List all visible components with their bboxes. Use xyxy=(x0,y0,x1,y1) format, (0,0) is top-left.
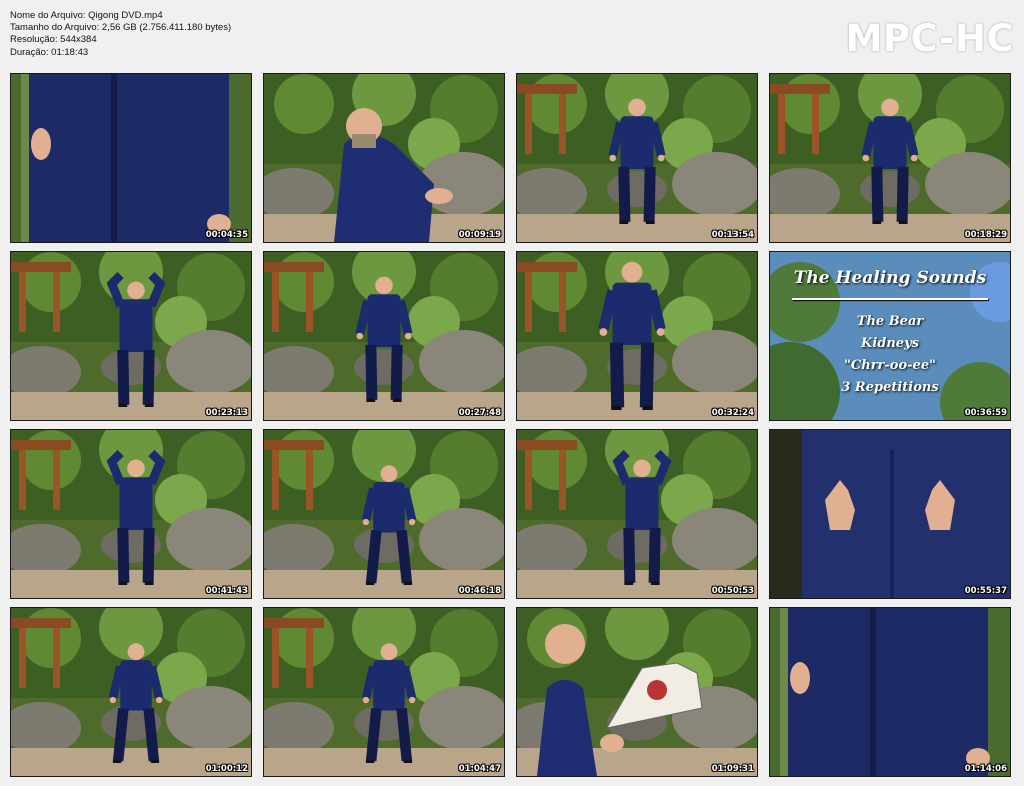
timestamp: 00:36:59 xyxy=(964,408,1007,418)
video-thumbnail: 00:55:37 xyxy=(769,429,1011,599)
frame-image xyxy=(770,608,1010,776)
frame-image xyxy=(770,74,1010,242)
file-resolution: Resolução: 544x384 xyxy=(10,34,97,46)
title-card-line: The Bear xyxy=(856,314,924,329)
frame-image xyxy=(11,74,251,242)
video-thumbnail: 00:50:53 xyxy=(516,429,758,599)
timestamp: 00:27:48 xyxy=(458,408,501,418)
timestamp: 00:18:29 xyxy=(964,230,1007,240)
video-thumbnail: 00:41:43 xyxy=(10,429,252,599)
video-thumbnail: 00:27:48 xyxy=(263,251,505,421)
timestamp: 00:46:18 xyxy=(458,586,501,596)
file-name: Nome do Arquivo: Qigong DVD.mp4 xyxy=(10,10,163,21)
title-card-rule xyxy=(792,298,988,300)
mpc-hc-logo: MPC-HC xyxy=(845,17,1014,60)
frame-image xyxy=(264,252,504,420)
frame-image xyxy=(264,608,504,776)
timestamp: 00:09:19 xyxy=(458,230,501,240)
timestamp: 01:09:31 xyxy=(711,764,754,774)
timestamp: 01:00:12 xyxy=(205,764,248,774)
title-card-line: 3 Repetitions xyxy=(841,380,939,395)
frame-image xyxy=(11,430,251,598)
file-info-panel: Nome do Arquivo: Qigong DVD.mp4 Tamanho … xyxy=(10,10,231,59)
video-thumbnail: 01:04:47 xyxy=(263,607,505,777)
video-thumbnail: 00:23:13 xyxy=(10,251,252,421)
timestamp: 00:41:43 xyxy=(205,586,248,596)
timestamp: 01:04:47 xyxy=(458,764,501,774)
title-card-line: "Chrr-oo-ee" xyxy=(844,358,936,373)
title-card-line: Kidneys xyxy=(861,336,919,351)
video-thumbnail: 00:46:18 xyxy=(263,429,505,599)
timestamp: 00:50:53 xyxy=(711,586,754,596)
frame-image xyxy=(264,430,504,598)
timestamp: 00:04:35 xyxy=(205,230,248,240)
frame-image xyxy=(264,74,504,242)
timestamp: 01:14:06 xyxy=(964,764,1007,774)
timestamp: 00:32:24 xyxy=(711,408,754,418)
video-thumbnail: 00:04:35 xyxy=(10,73,252,243)
frame-image xyxy=(11,252,251,420)
frame-image xyxy=(517,252,757,420)
video-thumbnail: 01:14:06 xyxy=(769,607,1011,777)
video-thumbnail: 00:32:24 xyxy=(516,251,758,421)
video-thumbnail: 01:09:31 xyxy=(516,607,758,777)
file-duration: Duração: 01:18:43 xyxy=(10,46,89,58)
video-thumbnail: The Healing Sounds The Bear Kidneys "Chrr-o… xyxy=(769,251,1011,421)
video-thumbnail: 00:13:54 xyxy=(516,73,758,243)
timestamp: 00:55:37 xyxy=(964,586,1007,596)
frame-image xyxy=(517,430,757,598)
frame-image xyxy=(770,430,1010,598)
file-size: Tamanho do Arquivo: 2,56 GB (2.756.411.1… xyxy=(10,22,232,34)
title-card-text: The Healing Sounds The Bear Kidneys "Chrr-o… xyxy=(770,252,1010,420)
title-card-heading: The Healing Sounds xyxy=(793,268,987,288)
video-thumbnail: 00:18:29 xyxy=(769,73,1011,243)
frame-image xyxy=(11,608,251,776)
timestamp: 00:23:13 xyxy=(205,408,248,418)
video-thumbnail: 00:09:19 xyxy=(263,73,505,243)
frame-image xyxy=(517,74,757,242)
timestamp: 00:13:54 xyxy=(711,230,754,240)
frame-image xyxy=(517,608,757,776)
video-thumbnail: 01:00:12 xyxy=(10,607,252,777)
